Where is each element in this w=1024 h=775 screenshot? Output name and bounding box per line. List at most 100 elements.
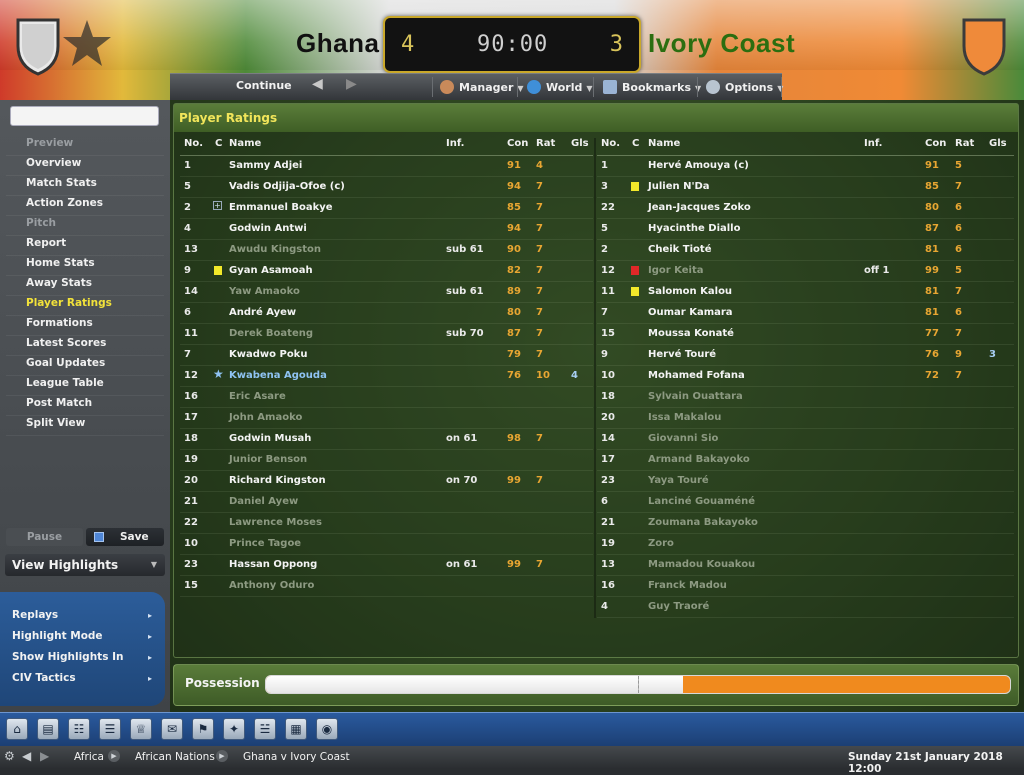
player-row[interactable]: 21 Daniel Ayew (180, 492, 593, 513)
player-row[interactable]: 2 Emmanuel Boakye 85 7 + (180, 198, 593, 219)
player-row[interactable]: 11 Derek Boateng sub 70 87 7 (180, 324, 593, 345)
highlight-option-show-highlights-in[interactable]: Show Highlights In (12, 651, 123, 663)
player-row[interactable]: 4 Godwin Antwi 94 7 (180, 219, 593, 240)
player-row[interactable]: 18 Godwin Musah on 61 98 7 (180, 429, 593, 450)
sidebar-item-action-zones[interactable]: Action Zones (26, 197, 103, 209)
player-row[interactable]: 23 Yaya Touré (597, 471, 1014, 492)
player-row[interactable]: 14 Yaw Amaoko sub 61 89 7 (180, 282, 593, 303)
player-row[interactable]: 1 Hervé Amouya (c) 91 5 (597, 156, 1014, 177)
player-row[interactable]: 14 Giovanni Sio (597, 429, 1014, 450)
player-row[interactable]: 6 André Ayew 80 7 (180, 303, 593, 324)
highlight-option-civ-tactics[interactable]: CIV Tactics (12, 672, 76, 684)
trophy-icon[interactable]: ♕ (130, 718, 152, 740)
player-row[interactable]: 15 Anthony Oduro (180, 576, 593, 597)
column-header-con[interactable]: Con (507, 138, 528, 149)
player-row[interactable]: 13 Mamadou Kouakou (597, 555, 1014, 576)
player-row[interactable]: 10 Mohamed Fofana 72 7 (597, 366, 1014, 387)
settings-icon[interactable]: ⚙ (4, 749, 15, 763)
player-row[interactable]: 18 Sylvain Ouattara (597, 387, 1014, 408)
world-icon[interactable]: ◉ (316, 718, 338, 740)
highlight-option-highlight-mode[interactable]: Highlight Mode (12, 630, 103, 642)
breadcrumb-match[interactable]: Ghana v Ivory Coast (243, 751, 350, 763)
player-row[interactable]: 22 Jean-Jacques Zoko 80 6 (597, 198, 1014, 219)
player-row[interactable]: 16 Franck Madou (597, 576, 1014, 597)
column-header-c[interactable]: C (632, 138, 639, 149)
column-header-no[interactable]: No. (184, 138, 203, 149)
sidebar-item-split-view[interactable]: Split View (26, 417, 85, 429)
forward-arrow-icon[interactable]: ▶ (346, 76, 357, 92)
bookmarks-menu[interactable]: Bookmarks ▼ (603, 80, 701, 94)
news-icon[interactable]: ✉ (161, 718, 183, 740)
column-header-no[interactable]: No. (601, 138, 620, 149)
sidebar-item-player-ratings[interactable]: Player Ratings (26, 297, 112, 309)
continue-button[interactable]: Continue (236, 79, 292, 92)
player-row[interactable]: 10 Prince Tagoe (180, 534, 593, 555)
sidebar-item-overview[interactable]: Overview (26, 157, 81, 169)
squad-icon[interactable]: ☷ (68, 718, 90, 740)
player-row[interactable]: 7 Kwadwo Poku 79 7 (180, 345, 593, 366)
player-row[interactable]: 6 Lanciné Gouaméné (597, 492, 1014, 513)
player-row[interactable]: 21 Zoumana Bakayoko (597, 513, 1014, 534)
back-arrow-icon[interactable]: ◀ (312, 76, 323, 92)
player-row[interactable]: 9 Gyan Asamoah 82 7 (180, 261, 593, 282)
sidebar-item-goal-updates[interactable]: Goal Updates (26, 357, 105, 369)
player-row[interactable]: 3 Julien N'Da 85 7 (597, 177, 1014, 198)
player-row[interactable]: 2 Cheik Tioté 81 6 (597, 240, 1014, 261)
sidebar-item-report[interactable]: Report (26, 237, 66, 249)
view-highlights-dropdown[interactable]: View Highlights ▼ (5, 554, 165, 576)
sidebar-search-input[interactable] (10, 106, 159, 126)
manager-menu[interactable]: Manager ▼ (440, 80, 524, 94)
sidebar-item-match-stats[interactable]: Match Stats (26, 177, 97, 189)
sidebar-item-home-stats[interactable]: Home Stats (26, 257, 95, 269)
home-icon[interactable]: ⌂ (6, 718, 28, 740)
player-row[interactable]: 9 Hervé Touré 76 9 3 (597, 345, 1014, 366)
finances-icon[interactable]: ☱ (254, 718, 276, 740)
sidebar-item-away-stats[interactable]: Away Stats (26, 277, 92, 289)
pause-button[interactable]: Pause (6, 528, 83, 546)
column-header-inf[interactable]: Inf. (446, 138, 464, 149)
board-icon[interactable]: ▦ (285, 718, 307, 740)
breadcrumb-region[interactable]: Africa (74, 751, 104, 763)
column-header-gls[interactable]: Gls (989, 138, 1007, 149)
player-row[interactable]: 1 Sammy Adjei 91 4 (180, 156, 593, 177)
breadcrumb-competition[interactable]: African Nations (135, 751, 215, 763)
fixtures-icon[interactable]: ☰ (99, 718, 121, 740)
player-row[interactable]: 17 Armand Bakayoko (597, 450, 1014, 471)
player-row[interactable]: 5 Hyacinthe Diallo 87 6 (597, 219, 1014, 240)
column-header-con[interactable]: Con (925, 138, 946, 149)
player-row[interactable]: 4 Guy Traoré (597, 597, 1014, 618)
back-icon[interactable]: ◀ (22, 749, 31, 763)
player-row[interactable]: 11 Salomon Kalou 81 7 (597, 282, 1014, 303)
sidebar-item-post-match[interactable]: Post Match (26, 397, 92, 409)
player-row[interactable]: 5 Vadis Odjija-Ofoe (c) 94 7 (180, 177, 593, 198)
player-row[interactable]: 19 Junior Benson (180, 450, 593, 471)
player-row[interactable]: 15 Moussa Konaté 77 7 (597, 324, 1014, 345)
column-header-name[interactable]: Name (229, 138, 261, 149)
world-menu[interactable]: World ▼ (527, 80, 593, 94)
scouting-icon[interactable]: ✦ (223, 718, 245, 740)
highlight-option-replays[interactable]: Replays (12, 609, 58, 621)
sidebar-item-formations[interactable]: Formations (26, 317, 93, 329)
player-row[interactable]: 7 Oumar Kamara 81 6 (597, 303, 1014, 324)
player-row[interactable]: 22 Lawrence Moses (180, 513, 593, 534)
player-row[interactable]: 19 Zoro (597, 534, 1014, 555)
player-row[interactable]: 13 Awudu Kingston sub 61 90 7 (180, 240, 593, 261)
column-header-rat[interactable]: Rat (536, 138, 555, 149)
sidebar-item-latest-scores[interactable]: Latest Scores (26, 337, 106, 349)
player-row[interactable]: 23 Hassan Oppong on 61 99 7 (180, 555, 593, 576)
column-header-c[interactable]: C (215, 138, 222, 149)
player-row[interactable]: 12 Kwabena Agouda 76 10 4 ★ (180, 366, 593, 387)
player-row[interactable]: 20 Issa Makalou (597, 408, 1014, 429)
tactics-icon[interactable]: ⚑ (192, 718, 214, 740)
player-row[interactable]: 20 Richard Kingston on 70 99 7 (180, 471, 593, 492)
player-row[interactable]: 17 John Amaoko (180, 408, 593, 429)
column-header-inf[interactable]: Inf. (864, 138, 882, 149)
column-header-rat[interactable]: Rat (955, 138, 974, 149)
inbox-icon[interactable]: ▤ (37, 718, 59, 740)
column-header-name[interactable]: Name (648, 138, 680, 149)
options-menu[interactable]: Options▼ (706, 80, 783, 94)
forward-icon[interactable]: ▶ (40, 749, 49, 763)
sidebar-item-league-table[interactable]: League Table (26, 377, 104, 389)
column-header-gls[interactable]: Gls (571, 138, 589, 149)
player-row[interactable]: 16 Eric Asare (180, 387, 593, 408)
